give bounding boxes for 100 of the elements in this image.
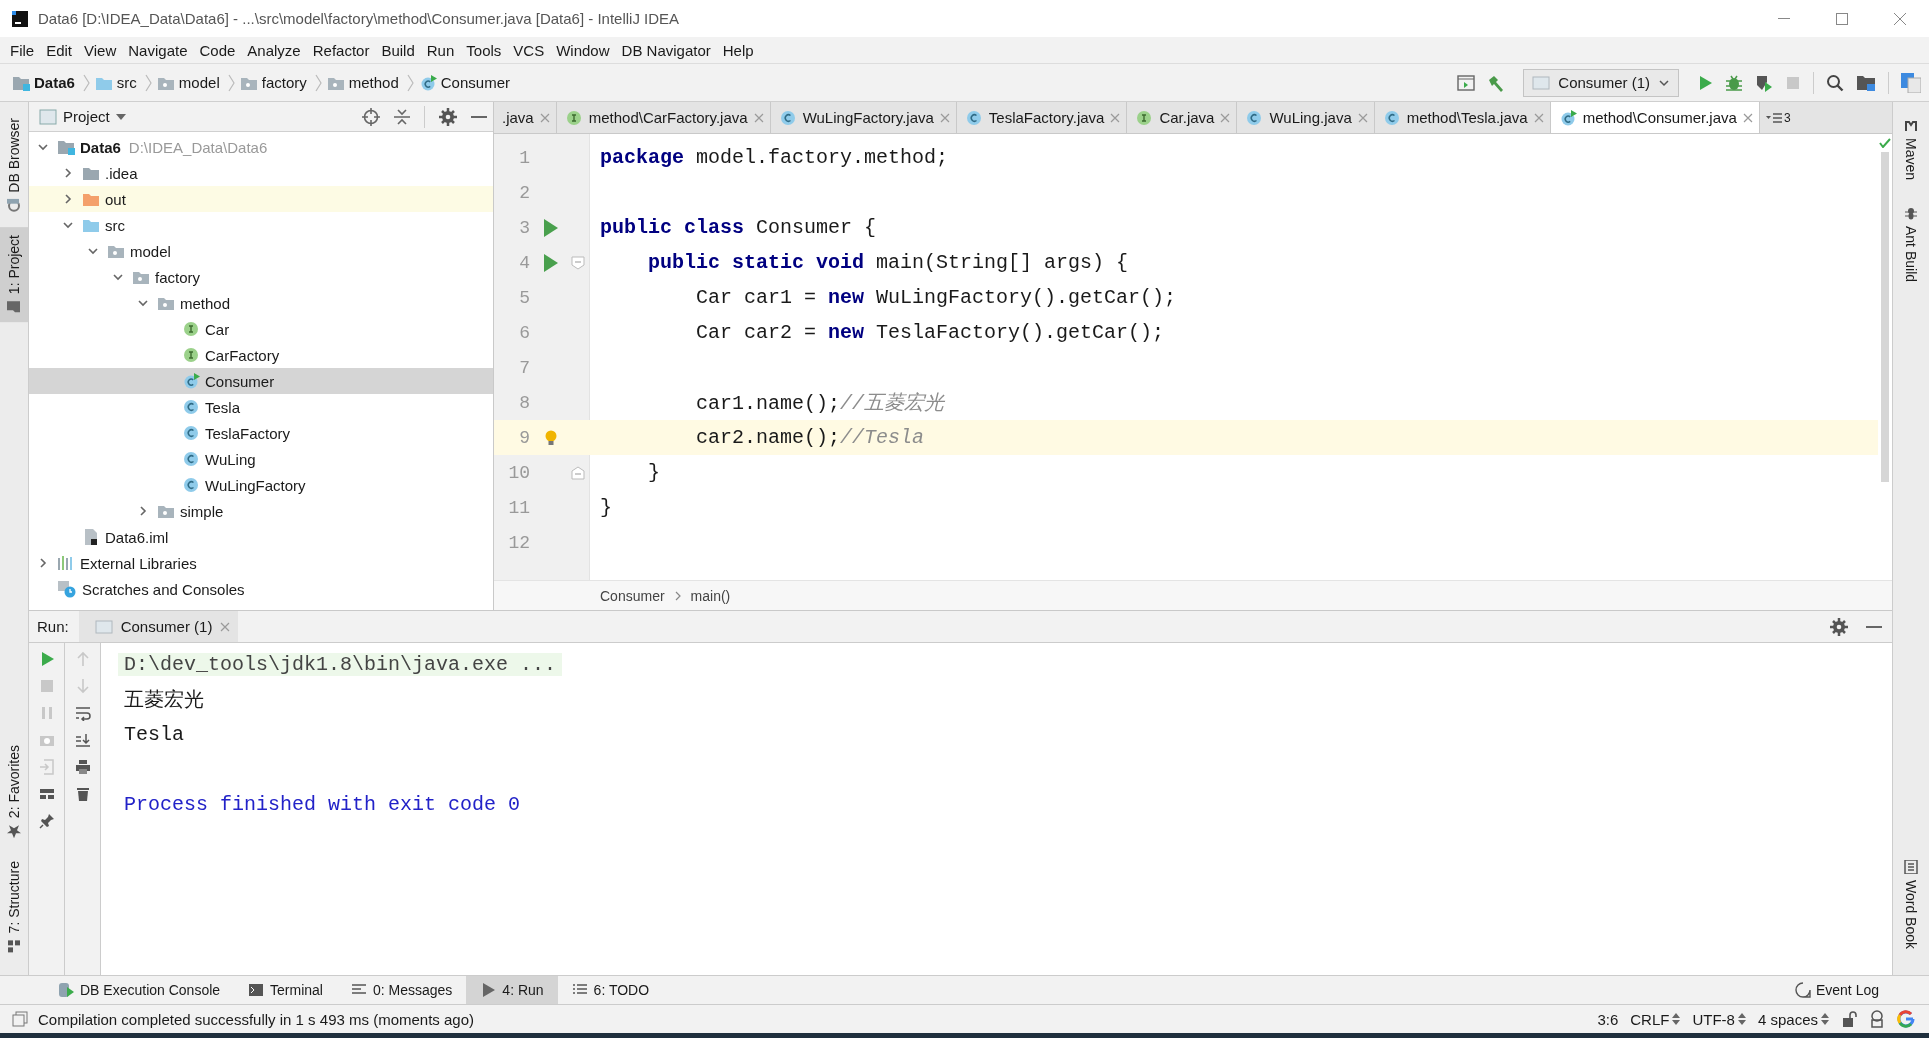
- editor-tab[interactable]: method\Tesla.java: [1374, 102, 1551, 133]
- status-item[interactable]: UTF-8: [1692, 1010, 1746, 1028]
- tool-window-tab[interactable]: Word Book: [1893, 852, 1929, 957]
- menu-item[interactable]: Run: [420, 41, 461, 59]
- editor-tab[interactable]: TeslaFactory.java: [956, 102, 1128, 133]
- close-icon[interactable]: [539, 112, 550, 123]
- coverage-icon[interactable]: [1755, 73, 1773, 92]
- tree-item[interactable]: model: [29, 238, 493, 264]
- run-tab[interactable]: Consumer (1): [78, 611, 239, 642]
- tree-item[interactable]: src: [29, 212, 493, 238]
- scroll-end-icon[interactable]: [74, 732, 91, 748]
- breadcrumb-item[interactable]: src: [94, 74, 141, 91]
- tree-item[interactable]: Scratches and Consoles: [29, 576, 493, 602]
- chevron-icon[interactable]: [137, 504, 149, 517]
- lightbulb-icon[interactable]: [545, 429, 557, 446]
- run-icon[interactable]: [544, 253, 558, 272]
- menu-item[interactable]: Tools: [460, 41, 508, 59]
- panel-title[interactable]: Project: [39, 108, 126, 125]
- chevron-icon[interactable]: [62, 192, 74, 205]
- folder-icon[interactable]: [1856, 73, 1876, 92]
- tree-item[interactable]: factory: [29, 264, 493, 290]
- run-configuration-dropdown[interactable]: Consumer (1): [1523, 68, 1679, 97]
- menu-item[interactable]: Code: [193, 41, 242, 59]
- menu-item[interactable]: DB Navigator: [615, 41, 717, 59]
- tree-item[interactable]: WuLingFactory: [29, 472, 493, 498]
- tree-item[interactable]: out: [29, 186, 493, 212]
- window-icon[interactable]: [1457, 74, 1476, 91]
- tree-item[interactable]: simple: [29, 498, 493, 524]
- tool-window-button[interactable]: 6: TODO: [557, 976, 664, 1004]
- breadcrumb-item[interactable]: Consumer: [600, 587, 665, 604]
- tool-window-button[interactable]: 0: Messages: [337, 976, 467, 1004]
- tool-window-button[interactable]: DB Execution Console: [44, 976, 235, 1004]
- menu-item[interactable]: Analyze: [241, 41, 307, 59]
- run-icon[interactable]: [1697, 74, 1713, 91]
- breadcrumb-item[interactable]: method: [326, 74, 403, 91]
- breadcrumb-item[interactable]: Data6: [12, 74, 79, 91]
- close-icon[interactable]: [1110, 112, 1121, 123]
- tree-item[interactable]: External Libraries: [29, 550, 493, 576]
- event-log-button[interactable]: Event Log: [1794, 982, 1929, 998]
- settings-icon[interactable]: [439, 107, 457, 126]
- menu-item[interactable]: Navigate: [122, 41, 194, 59]
- crosshair-icon[interactable]: [362, 107, 380, 126]
- settings-icon[interactable]: [1830, 617, 1848, 636]
- window-icon[interactable]: [12, 1011, 28, 1027]
- tool-window-tab[interactable]: 2: Favorites: [0, 737, 28, 847]
- tool-window-tab[interactable]: Maven: [1893, 110, 1929, 189]
- layout-icon[interactable]: [38, 786, 55, 802]
- editor-tab[interactable]: method\CarFactory.java: [556, 102, 771, 133]
- hammer-icon[interactable]: [1487, 73, 1506, 92]
- trash-icon[interactable]: [74, 786, 91, 802]
- close-icon[interactable]: [1220, 112, 1231, 123]
- tree-item[interactable]: Data6 D:\IDEA_Data\Data6: [29, 134, 493, 160]
- breadcrumb-item[interactable]: factory: [239, 74, 311, 91]
- tree-item[interactable]: WuLing: [29, 446, 493, 472]
- breadcrumb-item[interactable]: Consumer: [418, 74, 514, 91]
- tool-window-tab[interactable]: 1: Project: [0, 226, 28, 322]
- close-icon[interactable]: [939, 112, 950, 123]
- editor-tab[interactable]: WuLing.java: [1237, 102, 1375, 133]
- menu-item[interactable]: Help: [716, 41, 760, 59]
- tool-window-tab[interactable]: Ant Build: [1893, 198, 1929, 291]
- google-icon[interactable]: [1897, 1010, 1915, 1028]
- wrap-icon[interactable]: [74, 705, 91, 721]
- tree-item[interactable]: CarFactory: [29, 342, 493, 368]
- tree-item[interactable]: Car: [29, 316, 493, 342]
- close-icon[interactable]: [1533, 112, 1544, 123]
- chevron-icon[interactable]: [37, 556, 49, 569]
- search-icon[interactable]: [1826, 73, 1844, 92]
- breadcrumb-item[interactable]: main(): [690, 587, 731, 604]
- menu-item[interactable]: Build: [375, 41, 421, 59]
- close-icon[interactable]: [1357, 112, 1368, 123]
- editor-tab[interactable]: WuLingFactory.java: [770, 102, 957, 133]
- collapse-icon[interactable]: [394, 107, 410, 126]
- tree-item[interactable]: Data6.iml: [29, 524, 493, 550]
- tree-item[interactable]: Consumer: [29, 368, 493, 394]
- chevron-icon[interactable]: [62, 166, 74, 179]
- menu-item[interactable]: View: [78, 41, 123, 59]
- status-item[interactable]: 4 spaces: [1757, 1010, 1829, 1028]
- editor-tab[interactable]: method\Consumer.java: [1550, 102, 1760, 133]
- print-icon[interactable]: [74, 759, 91, 775]
- tree-item[interactable]: Tesla: [29, 394, 493, 420]
- pin-icon[interactable]: [38, 813, 55, 829]
- tree-item[interactable]: method: [29, 290, 493, 316]
- menu-item[interactable]: Window: [550, 41, 616, 59]
- lock-icon[interactable]: [1841, 1011, 1857, 1027]
- scrollbar[interactable]: [1881, 152, 1889, 482]
- tab-overflow-button[interactable]: 3: [1759, 102, 1797, 133]
- bug-icon[interactable]: [1725, 73, 1743, 92]
- menu-item[interactable]: File: [4, 41, 41, 59]
- menu-item[interactable]: VCS: [507, 41, 551, 59]
- run-icon[interactable]: [544, 218, 558, 237]
- tree-item[interactable]: TeslaFactory: [29, 420, 493, 446]
- breadcrumb-item[interactable]: model: [156, 74, 224, 91]
- status-item[interactable]: 3:6: [1597, 1010, 1619, 1028]
- menu-item[interactable]: Refactor: [306, 41, 376, 59]
- close-icon[interactable]: [220, 621, 231, 632]
- tool-window-button[interactable]: 4: Run: [466, 976, 558, 1004]
- tree-item[interactable]: .idea: [29, 160, 493, 186]
- close-icon[interactable]: [753, 112, 764, 123]
- editor-tab[interactable]: Car.java: [1127, 102, 1238, 133]
- close-icon[interactable]: [1742, 112, 1753, 123]
